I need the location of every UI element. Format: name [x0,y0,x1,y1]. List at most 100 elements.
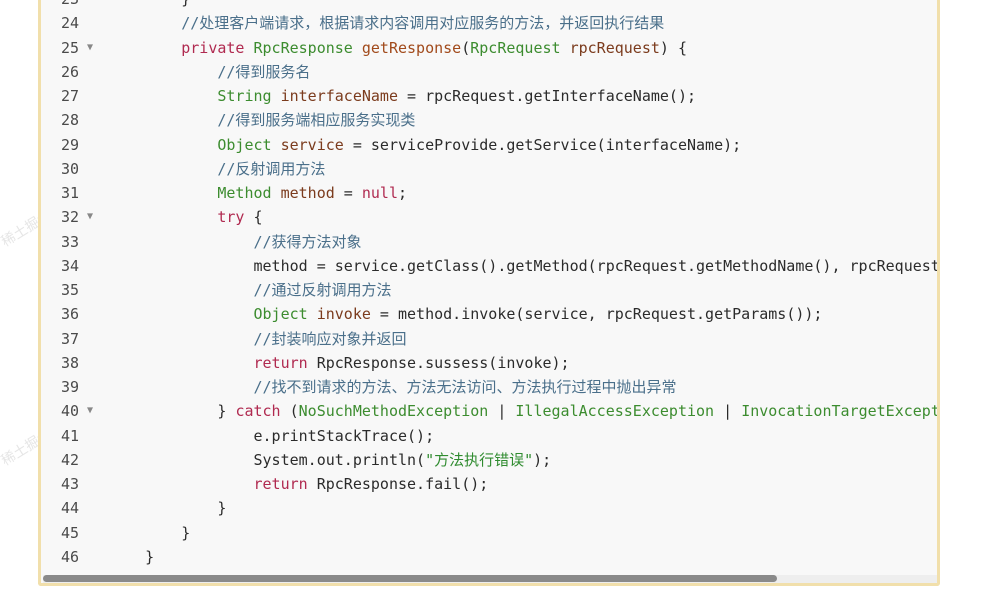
line-number: 26 [60,62,79,81]
code-line: 38 return RpcResponse.sussess(invoke); [41,351,937,375]
line-number: 44 [60,499,79,518]
code-token: method = service.getClass().getMethod(rp… [253,256,940,275]
code-text: return RpcResponse.fail(); [109,472,489,496]
code-token: | [714,402,742,421]
line-number: 38 [60,353,79,372]
line-number: 24 [60,14,79,33]
code-token: return [253,353,308,372]
code-token: ); [533,450,552,469]
code-token: String [217,87,272,105]
code-token: Method [217,184,272,202]
code-token: private [181,38,245,57]
code-token: } [109,0,190,8]
code-token: = [343,135,371,154]
code-line: 31 Method method = null; [41,181,937,205]
fold-toggle-icon[interactable]: ▼ [87,205,93,229]
code-line: 36 Object invoke = method.invoke(service… [41,302,937,326]
code-token: method [280,184,335,202]
line-number: 36 [60,305,79,324]
line-number: 43 [60,475,79,493]
code-line: 23 } [41,0,937,11]
fold-toggle-icon[interactable]: ▼ [87,36,93,60]
code-token: Object [217,135,272,154]
line-number: 29 [60,135,79,154]
code-line: 40 ▼ } catch (NoSuchMethodException | Ill… [41,399,937,423]
code-token: rpcRequest [569,38,660,57]
code-token: //反射调用方法 [109,159,326,178]
code-token: //得到服务名 [109,62,311,81]
code-token: Object [253,305,308,324]
code-text: } [109,545,154,569]
line-number: 31 [60,184,79,202]
code-token: ; [398,184,408,202]
code-token: | [488,402,516,421]
fold-toggle-icon[interactable]: ▼ [87,399,93,423]
code-text: //找不到请求的方法、方法无法访问、方法执行过程中抛出异常 [109,375,676,399]
code-token: = [370,305,398,324]
code-line: 44 } [41,496,937,520]
code-token: { [244,208,263,227]
code-token: NoSuchMethodException [298,402,489,421]
code-text: method = service.getClass().getMethod(rp… [109,254,940,278]
code-token: getResponse [361,38,462,57]
code-token: System.out.println( [109,450,426,469]
code-line: 45 } [41,521,937,545]
line-number: 32 [60,208,79,227]
code-line: 39 //找不到请求的方法、方法无法访问、方法执行过程中抛出异常 [41,375,937,399]
line-number: 25 [60,38,79,57]
code-token: //获得方法对象 [109,232,362,251]
code-text: } [109,521,190,545]
code-token: RpcResponse [253,38,353,57]
code-line: 46 } [41,545,937,569]
code-token: service [280,135,344,154]
code-token: //通过反射调用方法 [109,281,392,299]
line-number: 35 [60,281,79,299]
code-line: 34 method = service.getClass().getMethod… [41,254,937,278]
code-token: serviceProvide.getService(interfaceName)… [370,135,742,154]
code-line: 25 ▼ private RpcResponse getResponse(RpcR… [41,36,937,60]
line-number: 28 [60,111,79,130]
line-number: 30 [60,159,79,178]
code-token: } [109,499,227,518]
code-line: 43 return RpcResponse.fail(); [41,472,937,496]
code-text: //反射调用方法 [109,157,325,181]
code-line: 30 //反射调用方法 [41,157,937,181]
code-token: RpcResponse.sussess(invoke); [307,353,570,372]
code-token: RpcRequest [470,38,561,57]
code-line: 28 //得到服务端相应服务实现类 [41,108,937,132]
line-number: 42 [60,450,79,469]
code-line: 37 //封装响应对象并返回 [41,327,937,351]
scrollbar-thumb[interactable] [43,575,777,582]
code-token: ( [461,38,471,57]
horizontal-scrollbar[interactable] [43,575,937,583]
line-number: 23 [41,0,79,11]
code-token: method.invoke(service, rpcRequest.getPar… [398,305,823,324]
code-text: } [109,496,226,520]
code-line: 26 //得到服务名 [41,60,937,84]
code-token: e.printStackTrace(); [109,426,435,445]
code-text: } catch (NoSuchMethodException | Illegal… [109,399,937,423]
code-text: return RpcResponse.sussess(invoke); [109,351,570,375]
code-text: //处理客户端请求，根据请求内容调用对应服务的方法，并返回执行结果 [109,11,664,35]
code-text: //通过反射调用方法 [109,278,392,302]
code-line: 42 System.out.println("方法执行错误"); [41,448,937,472]
code-token: try [217,208,245,227]
code-token: ( [280,402,299,421]
code-line: 29 Object service = serviceProvide.getSe… [41,133,937,157]
code-text: e.printStackTrace(); [109,424,434,448]
line-number: 34 [60,256,79,275]
line-number: 45 [60,523,79,542]
code-text: try { [109,205,263,229]
code-text: Object invoke = method.invoke(service, r… [109,302,823,326]
